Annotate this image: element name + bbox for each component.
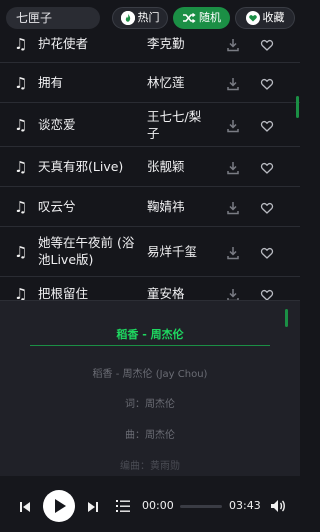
song-artist: 鞠婧祎 — [147, 199, 185, 214]
list-scrollbar[interactable] — [296, 96, 299, 118]
current-song-title: 稻香 - 周杰伦 — [30, 326, 270, 346]
music-note-icon: ♫ — [14, 243, 28, 261]
song-artist: 林忆莲 — [147, 75, 185, 90]
list-item[interactable]: ♫ 天真有邪(Live) 张靓颖 — [0, 147, 300, 187]
total-time: 03:43 — [229, 499, 261, 512]
favorite-heart-icon[interactable] — [260, 76, 274, 90]
list-item[interactable]: ♫ 把根留住 童安格 — [0, 277, 300, 301]
tab-random[interactable]: 随机 — [173, 7, 230, 29]
song-title: 叹云兮 — [38, 199, 76, 214]
song-title: 她等在午夜前 (浴池Live版) — [38, 235, 135, 267]
tab-favorites[interactable]: 收藏 — [235, 7, 295, 29]
favorite-heart-icon[interactable] — [260, 118, 274, 132]
favorite-heart-icon[interactable] — [260, 200, 274, 214]
progress-bar[interactable] — [180, 505, 222, 508]
list-item[interactable]: ♫ 叹云兮 鞠婧祎 — [0, 187, 300, 227]
song-artist: 李克勤 — [147, 36, 185, 51]
play-button[interactable] — [43, 490, 75, 522]
list-item[interactable]: ♫ 她等在午夜前 (浴池Live版) 易烊千玺 — [0, 227, 300, 277]
list-item[interactable]: ♫ 谈恋爱 王七七/梨子 — [0, 103, 300, 147]
song-artist: 童安格 — [147, 286, 185, 301]
current-time: 00:00 — [142, 499, 174, 512]
play-icon — [55, 499, 66, 513]
list-item[interactable]: ♫ 拥有 林忆莲 — [0, 63, 300, 103]
fire-icon — [120, 11, 135, 25]
song-list[interactable]: ♫ 护花使者 李克勤 ♫ 拥有 林忆莲 ♫ 谈恋爱 王七七/梨子 ♫ 天真有邪(… — [0, 23, 300, 301]
lyric-line: 曲：周杰伦 — [125, 430, 175, 441]
download-icon[interactable] — [226, 118, 240, 133]
volume-icon[interactable] — [270, 498, 286, 514]
heart-icon — [245, 11, 260, 25]
lyric-line: 词：周杰伦 — [125, 399, 175, 410]
song-title: 拥有 — [38, 75, 64, 90]
favorite-heart-icon[interactable] — [260, 287, 274, 301]
song-artist: 张靓颖 — [147, 159, 185, 174]
favorite-heart-icon[interactable] — [260, 37, 274, 51]
download-icon[interactable] — [226, 37, 240, 52]
music-note-icon: ♫ — [14, 35, 28, 53]
download-icon[interactable] — [226, 245, 240, 260]
song-title: 天真有邪(Live) — [38, 159, 124, 174]
tab-hot[interactable]: 热门 — [112, 7, 168, 29]
music-note-icon: ♫ — [14, 285, 28, 301]
tab-favorites-label: 收藏 — [262, 11, 285, 24]
download-icon[interactable] — [226, 200, 240, 215]
song-artist: 王七七/梨子 — [147, 109, 202, 141]
tab-hot-label: 热门 — [137, 11, 160, 24]
playlist-icon[interactable] — [115, 498, 131, 514]
shuffle-icon — [182, 11, 196, 25]
lyric-line: 稻香 - 周杰伦 (Jay Chou) — [92, 369, 208, 380]
music-note-icon: ♫ — [14, 158, 28, 176]
song-title: 护花使者 — [38, 36, 89, 51]
top-bar: 七匣子 热门 随机 收藏 — [0, 0, 300, 36]
song-artist: 易烊千玺 — [147, 244, 198, 259]
lyric-line: 编曲：黄雨勋 — [120, 461, 180, 472]
download-icon[interactable] — [226, 160, 240, 175]
song-title: 谈恋爱 — [38, 117, 76, 132]
favorite-heart-icon[interactable] — [260, 160, 274, 174]
lyrics-scrollbar[interactable] — [285, 309, 288, 327]
previous-track-icon[interactable] — [18, 499, 32, 513]
music-note-icon: ♫ — [14, 198, 28, 216]
tab-random-label: 随机 — [199, 11, 221, 24]
download-icon[interactable] — [226, 287, 240, 301]
search-input[interactable]: 七匣子 — [6, 7, 100, 29]
lyrics-panel: 稻香 - 周杰伦 稻香 - 周杰伦 (Jay Chou) 词：周杰伦 曲：周杰伦… — [0, 300, 300, 476]
download-icon[interactable] — [226, 76, 240, 91]
music-note-icon: ♫ — [14, 116, 28, 134]
favorite-heart-icon[interactable] — [260, 245, 274, 259]
music-note-icon: ♫ — [14, 74, 28, 92]
song-title: 把根留住 — [38, 286, 89, 301]
next-track-icon[interactable] — [86, 499, 100, 513]
